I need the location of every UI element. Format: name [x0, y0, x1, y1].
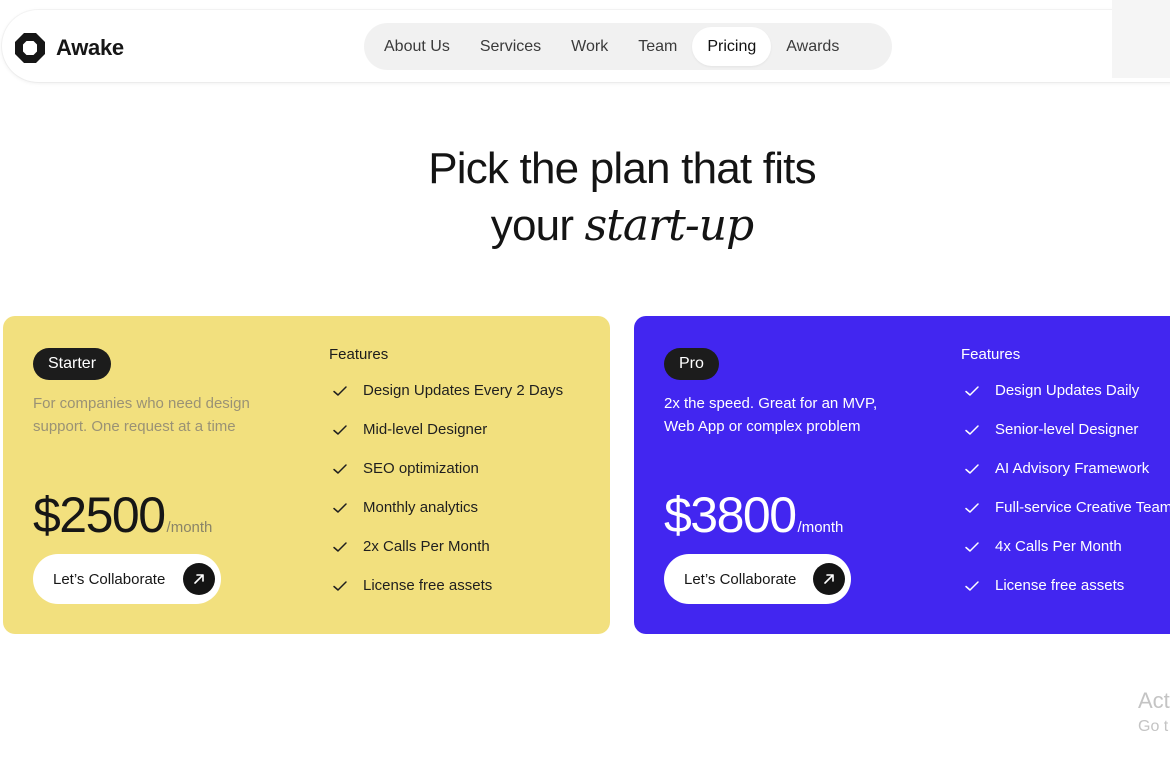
nav-item-team[interactable]: Team	[623, 27, 692, 66]
brand-name: Awake	[56, 35, 124, 60]
feature-item: 2x Calls Per Month	[329, 527, 563, 566]
feature-label: 4x Calls Per Month	[995, 538, 1122, 555]
feature-label: Full-service Creative Team	[995, 499, 1170, 516]
hero-title-italic: start-up	[584, 200, 755, 251]
activation-watermark: Act Go t	[1138, 688, 1170, 736]
nav-item-pricing[interactable]: Pricing	[692, 27, 772, 66]
check-icon	[333, 541, 347, 552]
feature-item: License free assets	[961, 566, 1170, 605]
feature-item: 4x Calls Per Month	[961, 527, 1170, 566]
feature-item: Mid-level Designer	[329, 410, 563, 449]
check-icon	[333, 424, 347, 435]
plan-price: $2500 /month	[33, 486, 212, 544]
feature-label: Senior-level Designer	[995, 421, 1139, 438]
collaborate-button[interactable]: Let’s Collaborate	[33, 554, 221, 604]
feature-item: Full-service Creative Team	[961, 488, 1170, 527]
header-side-panel	[1112, 0, 1170, 78]
check-icon	[965, 580, 979, 591]
feature-label: Mid-level Designer	[363, 421, 488, 438]
feature-label: Monthly analytics	[363, 499, 479, 516]
feature-label: Design Updates Daily	[995, 382, 1140, 399]
watermark-line1: Act	[1138, 688, 1170, 713]
site-header: Awake About Us Services Work Team Pricin…	[2, 10, 1170, 82]
check-icon	[965, 541, 979, 552]
feature-item: Design Updates Daily	[961, 371, 1170, 410]
check-icon	[333, 502, 347, 513]
brand-logo[interactable]: Awake	[14, 32, 124, 64]
arrow-up-right-icon	[183, 563, 215, 595]
nav-item-awards[interactable]: Awards	[771, 27, 854, 66]
check-icon	[965, 463, 979, 474]
plan-description: For companies who need design support. O…	[33, 395, 250, 435]
pricing-card-starter: Starter For companies who need design su…	[3, 316, 610, 634]
check-icon	[333, 385, 347, 396]
watermark-line2: Go t	[1138, 718, 1169, 735]
feature-item: Senior-level Designer	[961, 410, 1170, 449]
plan-price: $3800 /month	[664, 486, 843, 544]
feature-item: Design Updates Every 2 Days	[329, 371, 563, 410]
main-nav: About Us Services Work Team Pricing Awar…	[364, 23, 892, 70]
collaborate-button[interactable]: Let’s Collaborate	[664, 554, 851, 604]
feature-item: AI Advisory Framework	[961, 449, 1170, 488]
octagon-logo-icon	[14, 32, 46, 64]
feature-item: SEO optimization	[329, 449, 563, 488]
hero-title-line1: Pick the plan that fits	[428, 144, 816, 193]
collaborate-button-label: Let’s Collaborate	[53, 570, 166, 588]
plan-badge: Starter	[33, 348, 112, 380]
features-title: Features	[961, 346, 1021, 363]
price-unit: /month	[797, 519, 844, 536]
check-icon	[965, 502, 979, 513]
feature-label: Design Updates Every 2 Days	[363, 382, 564, 399]
price-amount: $2500	[33, 487, 166, 543]
feature-list: Design Updates Every 2 Days Mid-level De…	[329, 371, 563, 605]
nav-item-services[interactable]: Services	[465, 27, 556, 66]
feature-label: AI Advisory Framework	[995, 460, 1150, 477]
feature-label: SEO optimization	[363, 460, 479, 477]
hero-title-line2: your start-up	[0, 200, 1170, 251]
feature-label: License free assets	[363, 577, 493, 594]
nav-item-work[interactable]: Work	[556, 27, 623, 66]
nav-item-about-us[interactable]: About Us	[369, 27, 465, 66]
check-icon	[965, 424, 979, 435]
check-icon	[965, 385, 979, 396]
feature-item: Monthly analytics	[329, 488, 563, 527]
price-amount: $3800	[664, 487, 797, 543]
features-section: Features Design Updates Daily Senior-lev…	[961, 346, 1170, 605]
pricing-card-pro: Pro 2x the speed. Great for an MVP, Web …	[634, 316, 1170, 634]
check-icon	[333, 463, 347, 474]
collaborate-button-label: Let’s Collaborate	[684, 570, 797, 588]
feature-list: Design Updates Daily Senior-level Design…	[961, 371, 1170, 605]
features-title: Features	[329, 346, 389, 363]
plan-badge: Pro	[664, 348, 719, 380]
check-icon	[333, 580, 347, 591]
feature-item: License free assets	[329, 566, 563, 605]
feature-label: 2x Calls Per Month	[363, 538, 490, 555]
price-unit: /month	[166, 519, 213, 536]
hero-title-plain: your	[490, 201, 574, 250]
features-section: Features Design Updates Every 2 Days Mid…	[329, 346, 563, 605]
plan-description: 2x the speed. Great for an MVP, Web App …	[664, 395, 878, 435]
arrow-up-right-icon	[813, 563, 845, 595]
feature-label: License free assets	[995, 577, 1125, 594]
